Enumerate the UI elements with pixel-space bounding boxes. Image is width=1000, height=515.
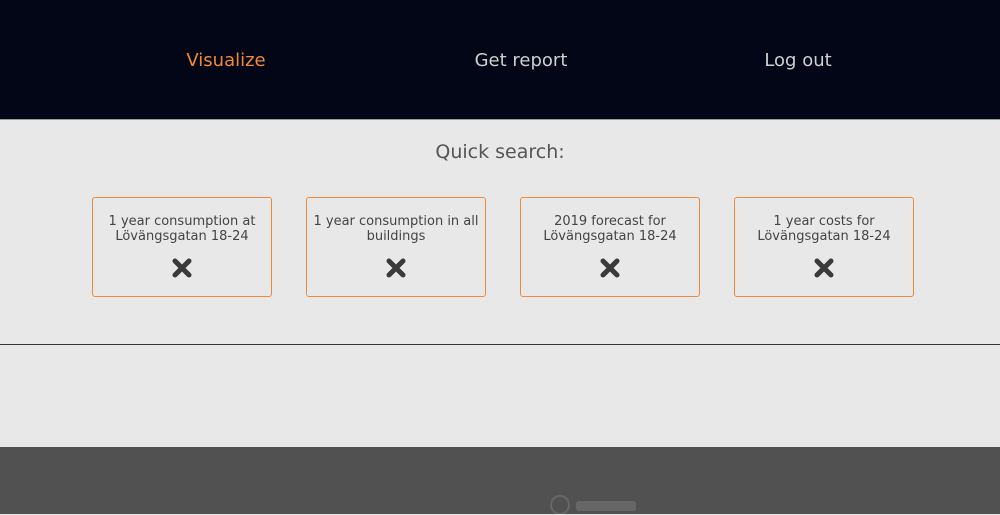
close-icon[interactable] — [386, 258, 406, 278]
content-area — [0, 346, 1000, 447]
quick-search-title: Quick search: — [435, 141, 565, 163]
quick-search-card[interactable]: 1 year costs for Lövängsgatan 18-24 — [734, 197, 914, 297]
nav-get-report-link[interactable]: Get report — [475, 50, 568, 71]
top-navigation: Visualize Get report Log out — [0, 0, 1000, 120]
quick-search-card[interactable]: 1 year consumption at Lövängsgatan 18-24 — [92, 197, 272, 297]
quick-search-card[interactable]: 2019 forecast for Lövängsgatan 18-24 — [520, 197, 700, 297]
footer — [0, 447, 1000, 515]
quick-search-card-label: 1 year consumption at Lövängsgatan 18-24 — [108, 214, 256, 244]
footer-faint-logo-icon — [550, 495, 636, 515]
quick-search-card-label: 2019 forecast for Lövängsgatan 18-24 — [543, 214, 677, 244]
quick-search-section: Quick search: 1 year consumption at Lövä… — [0, 121, 1000, 345]
close-icon[interactable] — [172, 258, 192, 278]
nav-visualize-link[interactable]: Visualize — [186, 50, 265, 71]
nav-log-out-link[interactable]: Log out — [764, 50, 831, 71]
close-icon[interactable] — [600, 258, 620, 278]
quick-search-card-label: 1 year costs for Lövängsgatan 18-24 — [757, 214, 891, 244]
quick-search-card-label: 1 year consumption in all buildings — [313, 214, 479, 244]
quick-search-card[interactable]: 1 year consumption in all buildings — [306, 197, 486, 297]
close-icon[interactable] — [814, 258, 834, 278]
